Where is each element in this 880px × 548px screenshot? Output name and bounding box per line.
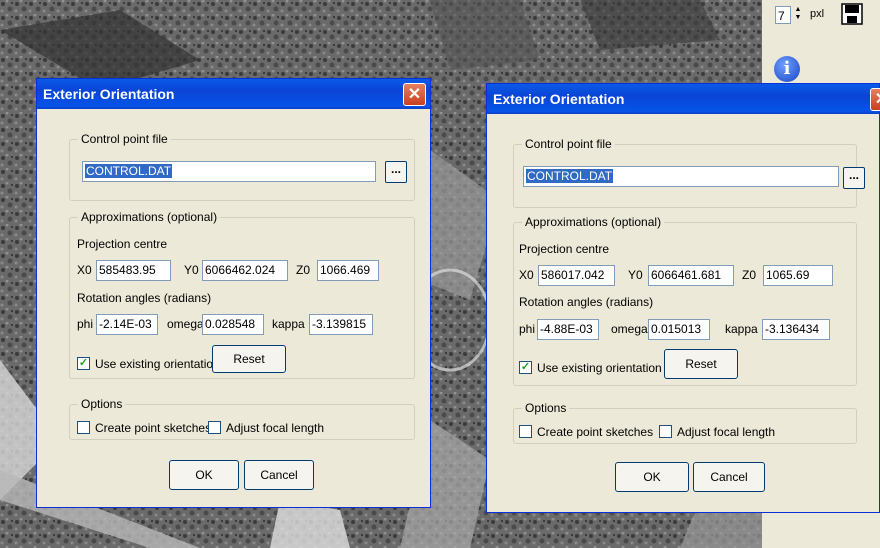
x0-input[interactable]: 586017.042 (538, 265, 615, 286)
close-button[interactable]: ✕ (870, 88, 880, 111)
rotation-angles-label: Rotation angles (radians) (77, 291, 212, 305)
use-existing-checkbox[interactable]: ✓ (519, 361, 532, 374)
pixel-size-input[interactable]: 7 (775, 6, 791, 24)
exterior-orientation-dialog-2: Exterior Orientation ✕ Control point fil… (486, 83, 880, 513)
approximations-legend: Approximations (optional) (522, 215, 665, 229)
x0-input[interactable]: 585483.95 (96, 260, 171, 281)
adjust-focal-length-label: Adjust focal length (226, 421, 325, 435)
adjust-focal-length-checkbox[interactable] (659, 425, 672, 438)
control-point-legend: Control point file (522, 137, 615, 151)
rotation-angles-label: Rotation angles (radians) (519, 295, 654, 309)
create-point-sketches-label: Create point sketches (95, 421, 212, 435)
create-point-sketches-checkbox[interactable] (519, 425, 532, 438)
use-existing-label: Use existing orientation (95, 357, 220, 371)
options-legend: Options (78, 397, 126, 411)
dialog-title: Exterior Orientation (487, 84, 879, 114)
z0-label: Z0 (742, 268, 757, 282)
y0-input[interactable]: 6066461.681 (648, 265, 734, 286)
omega-input[interactable]: 0.028548 (202, 314, 264, 335)
browse-button[interactable]: ... (385, 161, 407, 183)
use-existing-checkbox[interactable]: ✓ (77, 357, 90, 370)
options-legend: Options (522, 401, 570, 415)
y0-input[interactable]: 6066462.024 (202, 260, 288, 281)
adjust-focal-length-checkbox[interactable] (208, 421, 221, 434)
exterior-orientation-dialog-1: Exterior Orientation ✕ Control point fil… (36, 78, 431, 508)
unit-label: pxl (810, 8, 825, 20)
kappa-label: kappa (725, 322, 758, 336)
kappa-input[interactable]: -3.139815 (309, 314, 373, 335)
save-icon[interactable] (841, 3, 863, 25)
control-point-legend: Control point file (78, 132, 171, 146)
omega-label: omega (167, 317, 204, 331)
adjust-focal-length-label: Adjust focal length (677, 425, 776, 439)
spin-arrows[interactable]: ▲ ▼ (793, 6, 803, 24)
dialog-title: Exterior Orientation (37, 79, 430, 109)
z0-input[interactable]: 1066.469 (317, 260, 379, 281)
phi-label: phi (519, 322, 536, 336)
ok-button[interactable]: OK (615, 462, 689, 492)
phi-label: phi (77, 317, 94, 331)
phi-input[interactable]: -2.14E-03 (96, 314, 158, 335)
omega-label: omega (611, 322, 648, 336)
reset-button[interactable]: Reset (664, 349, 738, 379)
ok-button[interactable]: OK (169, 460, 239, 490)
cancel-button[interactable]: Cancel (244, 460, 314, 490)
use-existing-label: Use existing orientation (537, 361, 662, 375)
control-file-input[interactable]: CONTROL.DAT (82, 161, 376, 182)
close-button[interactable]: ✕ (403, 83, 426, 106)
y0-label: Y0 (184, 263, 199, 277)
reset-button[interactable]: Reset (212, 345, 286, 373)
omega-input[interactable]: 0.015013 (648, 319, 710, 340)
projection-centre-label: Projection centre (77, 237, 168, 251)
phi-input[interactable]: -4.88E-03 (537, 319, 599, 340)
projection-centre-label: Projection centre (519, 242, 610, 256)
z0-input[interactable]: 1065.69 (763, 265, 833, 286)
cancel-button[interactable]: Cancel (693, 462, 765, 492)
browse-button[interactable]: ... (843, 167, 865, 189)
approximations-legend: Approximations (optional) (78, 210, 221, 224)
x0-label: X0 (77, 263, 92, 277)
control-file-input[interactable]: CONTROL.DAT (523, 166, 839, 187)
y0-label: Y0 (628, 268, 643, 282)
info-icon[interactable]: i (774, 56, 800, 82)
z0-label: Z0 (296, 263, 311, 277)
kappa-input[interactable]: -3.136434 (762, 319, 830, 340)
create-point-sketches-checkbox[interactable] (77, 421, 90, 434)
kappa-label: kappa (272, 317, 305, 331)
x0-label: X0 (519, 268, 534, 282)
create-point-sketches-label: Create point sketches (537, 425, 654, 439)
